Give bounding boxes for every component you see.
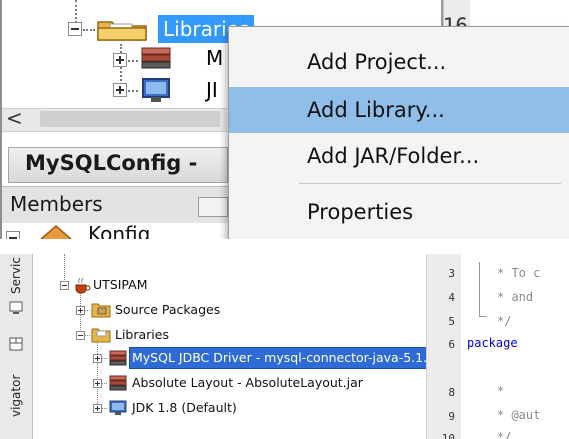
project-collapse-toggle[interactable]	[60, 281, 69, 290]
tree-connector	[83, 29, 95, 31]
code-line: * and	[497, 290, 534, 304]
scroll-left-arrow[interactable]: <	[6, 106, 23, 130]
jdk-monitor-icon	[109, 400, 127, 415]
library-jar-icon	[109, 375, 127, 391]
konfig-label[interactable]: Konfig	[88, 222, 150, 239]
tree-connector	[128, 90, 138, 92]
code-line: * To c	[497, 266, 541, 280]
project-tree: UTSIPAM Source Packages Libraries MySQL …	[33, 254, 491, 439]
menu-properties[interactable]: Properties	[229, 189, 569, 235]
scroll-thumb[interactable]	[40, 111, 220, 127]
code-editor[interactable]: * To c * and */ package * * @aut */	[461, 254, 569, 439]
members-dropdown[interactable]	[198, 197, 228, 217]
java-project-icon	[75, 277, 91, 294]
menu-add-jar-folder[interactable]: Add JAR/Folder...	[229, 133, 569, 179]
context-menu: Add Project... Add Library... Add JAR/Fo…	[228, 26, 569, 239]
services-icon	[9, 301, 23, 314]
source-packages-label[interactable]: Source Packages	[115, 300, 220, 320]
projects-panel: Servic vigator UTSIPAM Source Packages L…	[0, 254, 569, 439]
members-filter-bar: Members	[2, 186, 228, 223]
line-number: 6	[448, 338, 455, 351]
library-label-partial[interactable]: M	[206, 46, 223, 70]
menu-add-library[interactable]: Add Library...	[229, 87, 569, 133]
fold-line	[479, 316, 487, 317]
folder-source-icon	[91, 303, 111, 318]
services-tab[interactable]: Servic	[9, 257, 23, 294]
code-line: */	[497, 430, 512, 439]
line-number-gutter: 3 4 5 6 8 9 10	[426, 254, 462, 439]
tree-connector	[64, 254, 65, 280]
line-number: 4	[448, 291, 455, 304]
horizontal-scrollbar[interactable]: <	[2, 106, 227, 132]
library-jar-icon	[109, 350, 127, 366]
library-expand-toggle[interactable]	[93, 354, 102, 363]
code-keyword: package	[467, 336, 518, 350]
line-number: 5	[448, 315, 455, 328]
library-expand-toggle[interactable]	[113, 53, 127, 67]
tree-connector	[97, 340, 98, 410]
navigator-tab[interactable]: vigator	[9, 375, 23, 417]
members-label: Members	[10, 192, 103, 216]
jdk-monitor-icon	[142, 78, 170, 102]
jdk-expand-toggle[interactable]	[93, 404, 102, 413]
library-jdk[interactable]: JDK 1.8 (Default)	[132, 398, 237, 418]
screenshot-gap	[0, 239, 569, 254]
navigator-icon	[9, 337, 23, 351]
navigator-title: MySQLConfig -	[25, 151, 198, 175]
menu-item-label: Properties	[307, 200, 414, 224]
code-line: */	[497, 314, 512, 328]
line-number: 9	[448, 410, 455, 423]
library-jar-icon	[141, 47, 171, 69]
code-line: * @aut	[497, 408, 541, 422]
side-tab-strip: Servic vigator	[0, 254, 33, 439]
line-number: 10	[441, 432, 455, 439]
libraries-collapse-toggle[interactable]	[68, 22, 82, 36]
menu-add-project[interactable]: Add Project...	[229, 39, 569, 85]
line-number: 3	[448, 267, 455, 280]
library-absolute-layout[interactable]: Absolute Layout - AbsoluteLayout.jar	[132, 373, 363, 393]
libraries-collapse-toggle[interactable]	[76, 331, 85, 340]
menu-item-label: Add JAR/Folder...	[307, 144, 480, 168]
navigator-tab[interactable]: MySQLConfig -	[8, 147, 228, 183]
menu-item-label: Add Library...	[307, 98, 445, 122]
project-label[interactable]: UTSIPAM	[93, 275, 147, 295]
source-packages-expand-toggle[interactable]	[76, 306, 85, 315]
zoomed-project-panel: Libraries M JI < MySQLConfig - Members K…	[0, 0, 569, 239]
library-expand-toggle[interactable]	[93, 379, 102, 388]
class-icon	[40, 225, 72, 239]
konfig-collapse-toggle[interactable]	[6, 231, 20, 239]
fold-line	[479, 262, 480, 316]
folder-libraries-icon	[97, 21, 147, 41]
code-line: *	[497, 384, 505, 398]
menu-separator	[299, 183, 561, 184]
folder-libraries-icon	[91, 328, 111, 343]
jdk-expand-toggle[interactable]	[113, 83, 127, 97]
tree-connector	[75, 0, 77, 23]
jdk-label-partial[interactable]: JI	[206, 78, 218, 102]
menu-item-label: Add Project...	[307, 50, 447, 74]
line-number: 8	[448, 386, 455, 399]
libraries-label[interactable]: Libraries	[115, 325, 169, 345]
tree-connector	[128, 60, 138, 62]
